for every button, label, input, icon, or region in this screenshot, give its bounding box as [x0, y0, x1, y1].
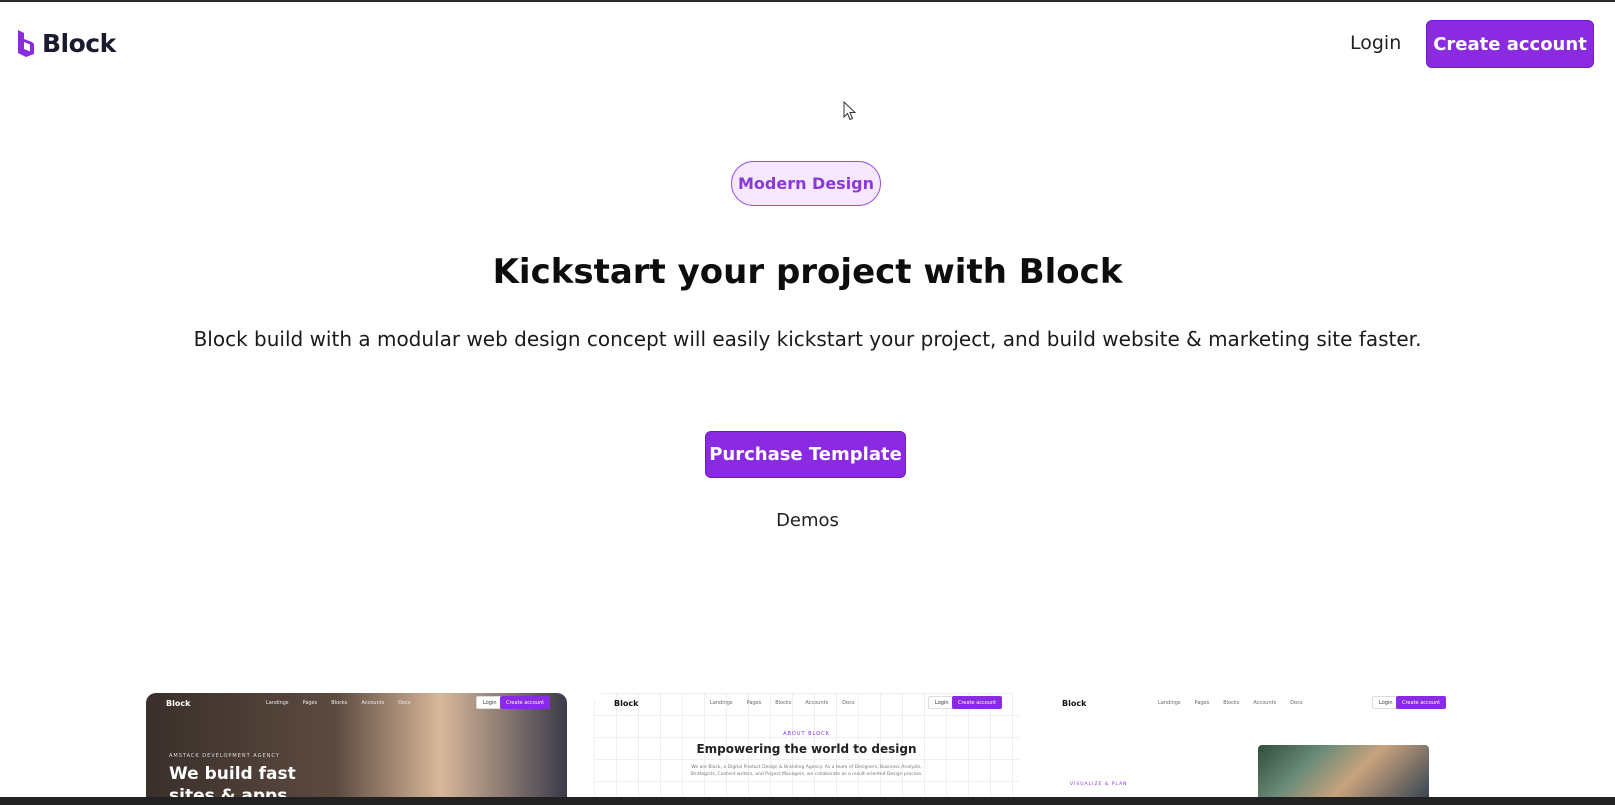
preview-menu-item: Pages — [302, 700, 318, 706]
preview-menu-item: Landings — [1158, 700, 1181, 706]
preview-menu-item: Blocks — [331, 700, 348, 706]
preview-menu-item: Accounts — [361, 700, 385, 706]
preview-kicker: ABOUT BLOCK — [783, 731, 830, 737]
preview-create-button: Create account — [500, 696, 551, 709]
brand-logo[interactable]: Block — [16, 28, 116, 58]
demo-preview-about[interactable]: Block Landings Pages Blocks Accounts Doc… — [594, 693, 1019, 797]
preview-logo: Block — [1062, 699, 1087, 708]
preview-menu-item: Landings — [710, 700, 733, 706]
preview-create-button: Create account — [1396, 696, 1447, 709]
preview-logo: Block — [614, 699, 639, 708]
preview-menu-item: Accounts — [805, 700, 829, 706]
preview-menu-item: Accounts — [1253, 700, 1277, 706]
modern-design-badge: Modern Design — [731, 161, 881, 206]
preview-photo — [1258, 745, 1429, 797]
preview-kicker: AMSTACK DEVELOPMENT AGENCY — [169, 753, 280, 759]
block-logo-icon — [18, 30, 34, 57]
site-header: Block Login Create account — [0, 0, 1615, 90]
preview-menu-item: Docs — [842, 700, 855, 706]
mouse-cursor-icon — [843, 101, 857, 121]
preview-menu: Landings Pages Blocks Accounts Docs — [266, 700, 410, 706]
window-bottom-border — [0, 797, 1615, 805]
brand-name: Block — [42, 28, 116, 58]
preview-title: Empowering the world to design — [696, 742, 917, 756]
preview-menu-item: Blocks — [1223, 700, 1240, 706]
preview-kicker: VISUALIZE & PLAN — [1070, 782, 1128, 787]
preview-logo: Block — [166, 699, 191, 708]
preview-create-button: Create account — [952, 696, 1003, 709]
create-account-button[interactable]: Create account — [1426, 20, 1594, 68]
hero-title: Kickstart your project with Block — [492, 252, 1123, 292]
preview-menu-item: Docs — [1290, 700, 1303, 706]
preview-menu-item: Blocks — [775, 700, 792, 706]
preview-title: We build fast sites & apps — [169, 764, 296, 797]
preview-menu-item: Docs — [398, 700, 411, 706]
hero-subtitle: Block build with a modular web design co… — [193, 327, 1422, 351]
purchase-template-button[interactable]: Purchase Template — [705, 431, 906, 478]
preview-menu: Landings Pages Blocks Accounts Docs — [710, 700, 854, 706]
preview-menu-item: Landings — [266, 700, 289, 706]
preview-menu-item: Pages — [746, 700, 762, 706]
demo-preview-agency[interactable]: Block Landings Pages Blocks Accounts Doc… — [146, 693, 567, 797]
login-link[interactable]: Login — [1350, 32, 1401, 54]
preview-menu-item: Pages — [1194, 700, 1210, 706]
demos-link[interactable]: Demos — [0, 510, 1615, 531]
demo-preview-plan[interactable]: Block Landings Pages Blocks Accounts Doc… — [1042, 693, 1467, 797]
preview-text: We are Block, a Digital Product Design &… — [690, 765, 923, 777]
preview-menu: Landings Pages Blocks Accounts Docs — [1158, 700, 1302, 706]
